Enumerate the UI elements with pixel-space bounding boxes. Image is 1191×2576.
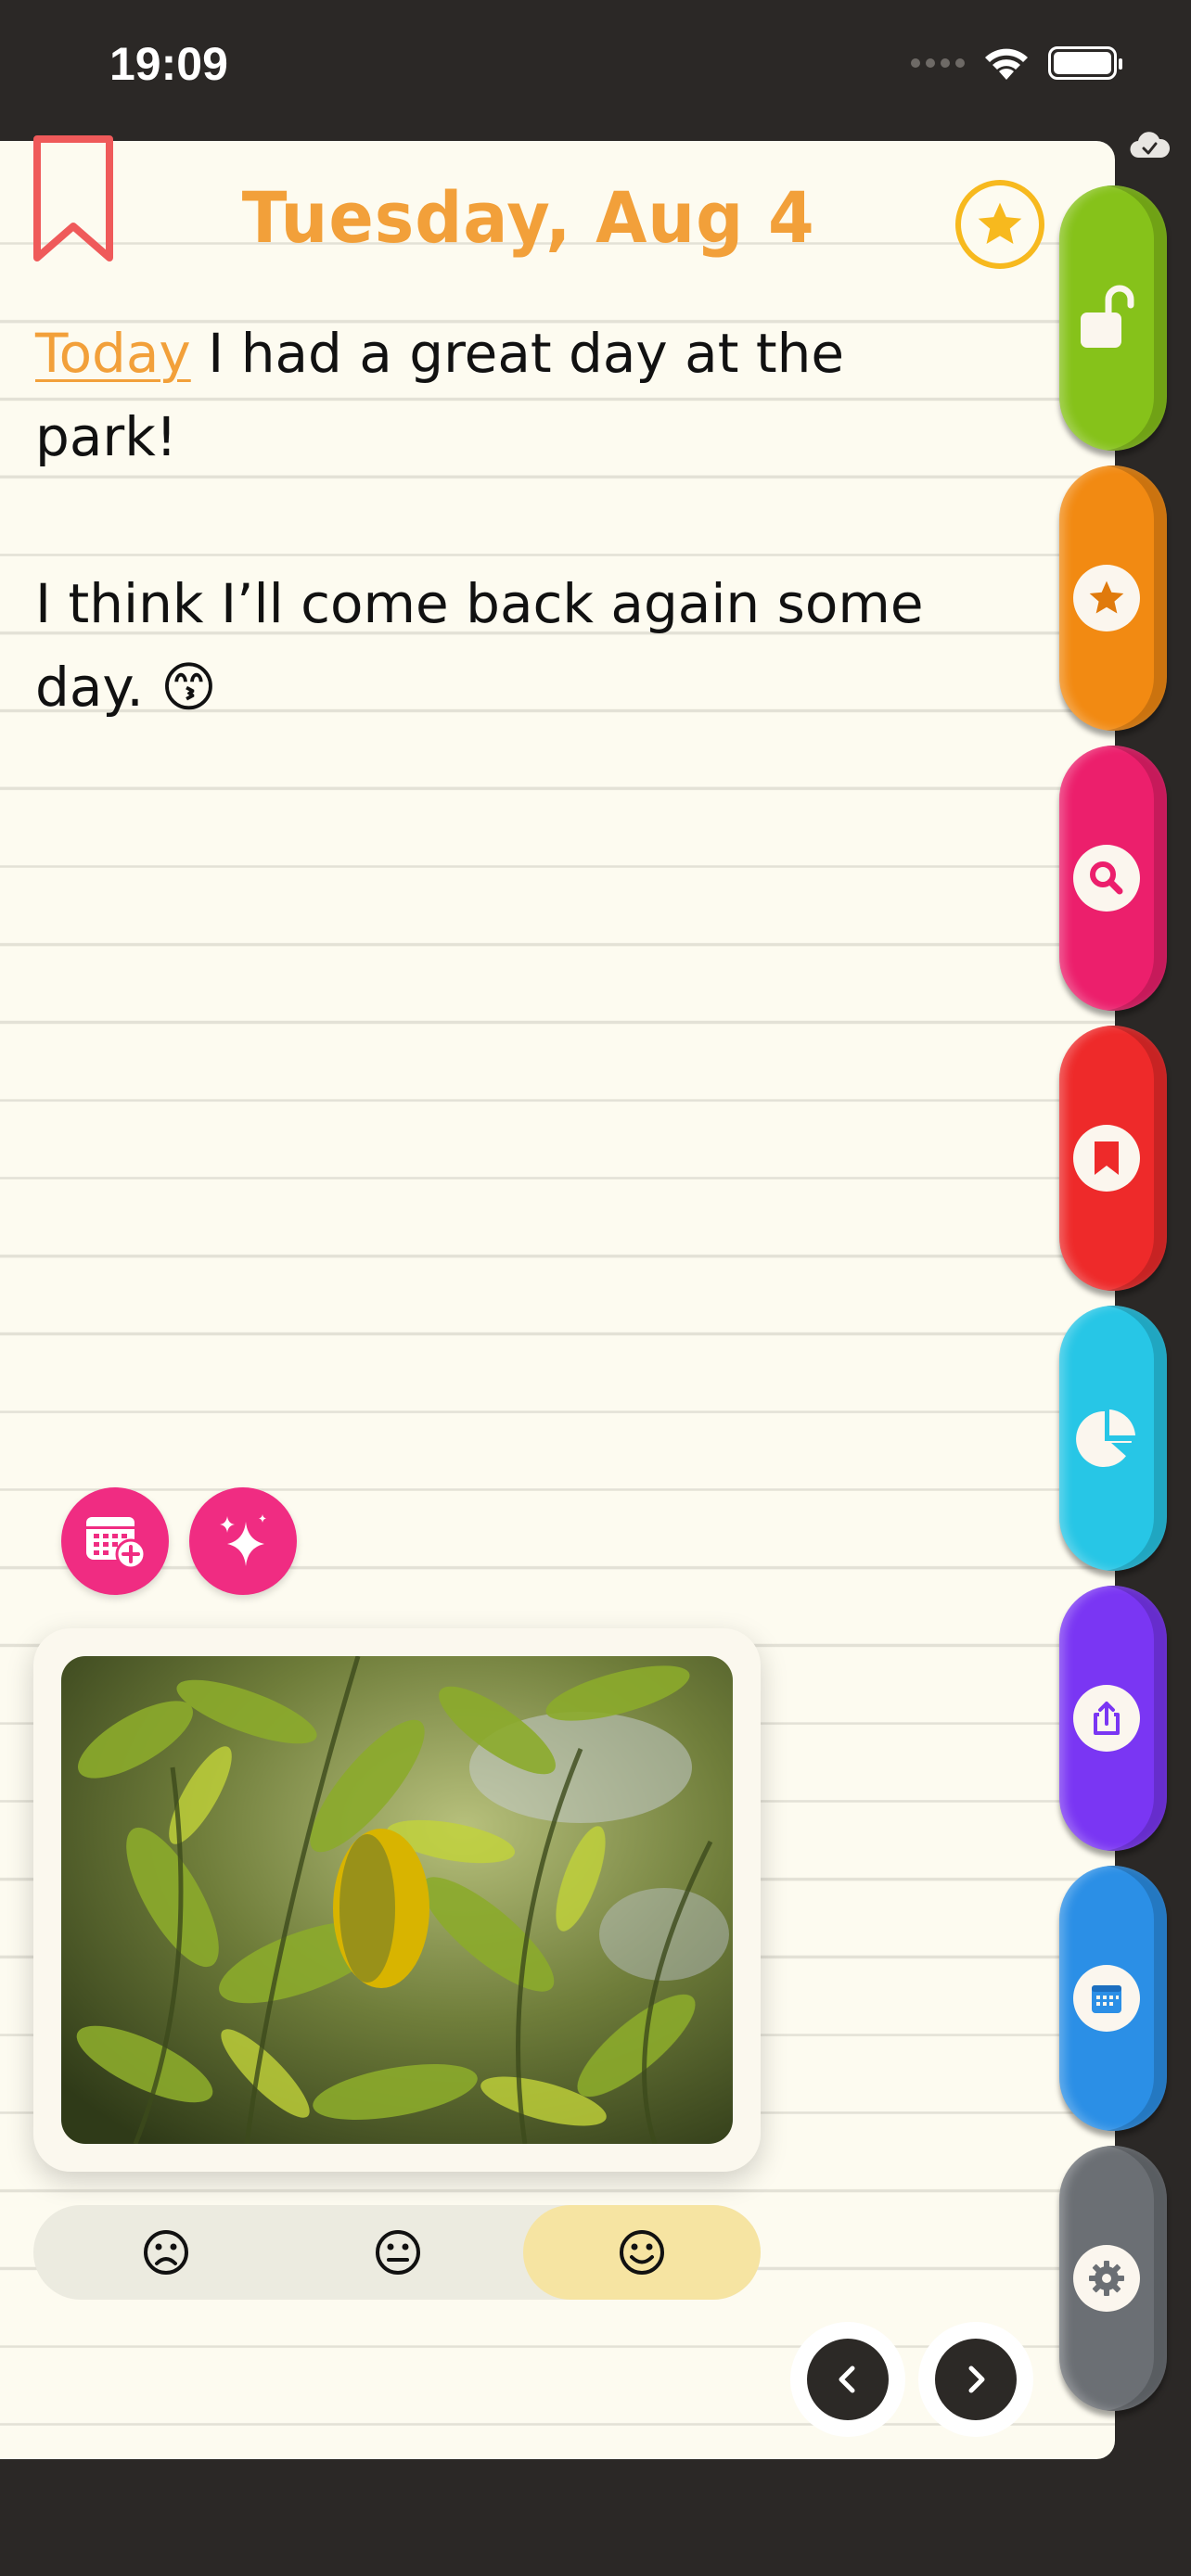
attached-photo[interactable]	[61, 1656, 733, 2144]
share-icon	[1094, 1702, 1120, 1735]
journal-entry-text[interactable]: Today I had a great day at the park! I t…	[35, 312, 963, 729]
tab-statistics[interactable]	[1059, 1306, 1167, 1571]
tab-search[interactable]	[1059, 746, 1167, 1011]
add-event-button[interactable]	[61, 1487, 169, 1595]
star-icon	[1089, 580, 1124, 614]
sad-face-icon	[144, 2230, 188, 2275]
unlock-icon	[1081, 285, 1134, 348]
gear-icon	[1089, 2261, 1124, 2296]
favorite-star-button[interactable]	[955, 180, 1044, 269]
next-day-button[interactable]	[918, 2322, 1033, 2437]
cellular-signal-icon	[911, 58, 965, 68]
tab-lock[interactable]	[1059, 185, 1167, 451]
chevron-left-icon	[839, 2366, 855, 2393]
entry-paragraph-1: Today I had a great day at the park!	[35, 312, 963, 478]
today-link[interactable]: Today	[35, 322, 191, 385]
mood-neutral-option[interactable]	[282, 2205, 514, 2300]
happy-face-icon	[620, 2230, 664, 2275]
tab-share[interactable]	[1059, 1586, 1167, 1851]
star-icon	[978, 202, 1022, 244]
page-title-date[interactable]: Tuesday, Aug 4	[0, 176, 1057, 259]
pie-chart-icon	[1076, 1409, 1135, 1467]
mood-sad-option[interactable]	[50, 2205, 282, 2300]
tab-settings[interactable]	[1059, 2146, 1167, 2411]
search-icon	[1090, 861, 1123, 895]
bookmark-icon	[1095, 1141, 1119, 1175]
photo-card[interactable]	[33, 1628, 761, 2172]
mood-happy-option[interactable]	[523, 2205, 761, 2300]
status-time: 19:09	[109, 38, 228, 90]
wifi-icon	[985, 48, 1028, 80]
battery-icon	[1048, 46, 1122, 80]
entry-paragraph-2: I think I’ll come back again some day. 😙	[35, 572, 924, 719]
tab-bookmarks[interactable]	[1059, 1026, 1167, 1291]
status-bar: 19:09	[0, 0, 1191, 139]
status-icons	[911, 45, 1122, 82]
cloud-sync-icon	[1130, 132, 1171, 159]
sparkle-icon	[220, 1514, 266, 1566]
calendar-icon	[1092, 1985, 1121, 2013]
previous-day-button[interactable]	[790, 2322, 905, 2437]
ai-sparkle-button[interactable]	[189, 1487, 297, 1595]
neutral-face-icon	[376, 2230, 420, 2275]
calendar-add-icon	[86, 1517, 147, 1570]
tab-calendar[interactable]	[1059, 1866, 1167, 2131]
tab-favorites[interactable]	[1059, 465, 1167, 731]
chevron-right-icon	[968, 2366, 985, 2393]
mood-selector	[33, 2205, 761, 2300]
